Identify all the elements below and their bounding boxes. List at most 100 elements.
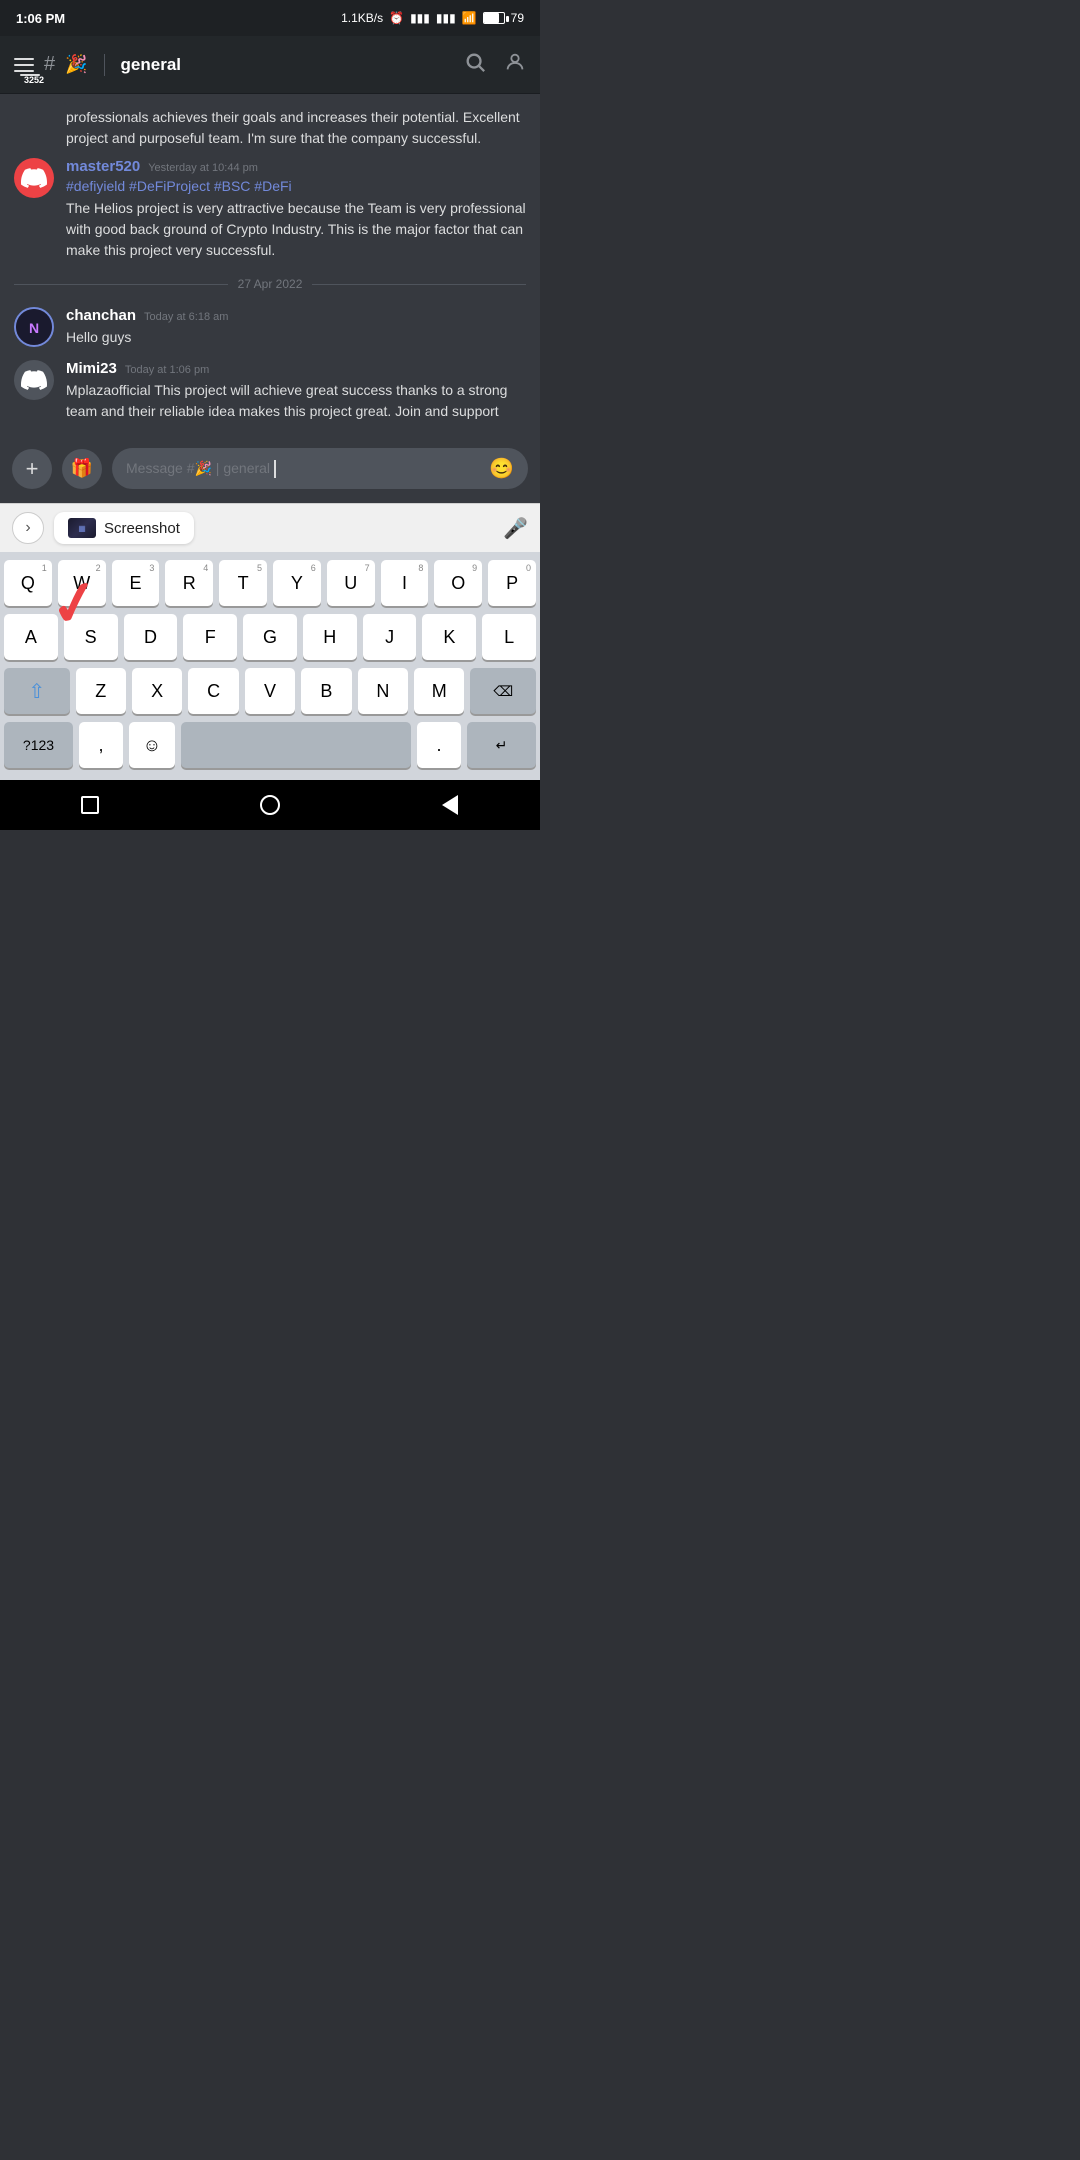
key-g[interactable]: G — [243, 614, 297, 660]
menu-button[interactable]: 3252 — [14, 58, 34, 72]
signal-icon: ▮▮▮ — [410, 11, 430, 25]
key-t[interactable]: 5T — [219, 560, 267, 606]
autocomplete-expand-button[interactable]: › — [12, 512, 44, 544]
signal2-icon: ▮▮▮ — [436, 11, 456, 25]
back-button[interactable] — [435, 790, 465, 820]
status-right: 1.1KB/s ⏰ ▮▮▮ ▮▮▮ 📶 79 — [341, 11, 524, 25]
key-period[interactable]: . — [417, 722, 461, 768]
key-z[interactable]: Z — [76, 668, 126, 714]
keyboard-row-2: A S D F G H J K L — [4, 614, 536, 660]
timestamp-chanchan: Today at 6:18 am — [144, 311, 228, 323]
mic-button[interactable]: 🎤 — [503, 516, 528, 541]
message-content-master520: master520 Yesterday at 10:44 pm #defiyie… — [66, 158, 526, 261]
channel-name: general — [121, 55, 181, 75]
app-header: 3252 # 🎉 general — [0, 36, 540, 94]
message-text-chanchan: Hello guys — [66, 327, 526, 348]
message-continued-1: professionals achieves their goals and i… — [0, 104, 540, 152]
gift-button[interactable]: 🎁 — [62, 449, 102, 489]
keyboard: 1Q 2W 3E 4R 5T 6Y 7U 8I 9O 0P A S D F G … — [0, 552, 540, 780]
key-q[interactable]: 1Q — [4, 560, 52, 606]
status-time: 1:06 PM — [16, 11, 65, 26]
timestamp-mimi23: Today at 1:06 pm — [125, 364, 209, 376]
keyboard-row-4: ?123 , ☺ . ↵ — [4, 722, 536, 768]
message-input-area: + 🎁 Message #🎉 | general 😊 — [0, 438, 540, 503]
alarm-icon: ⏰ — [389, 11, 404, 25]
hash-icon: # — [44, 53, 55, 76]
key-numbers[interactable]: ?123 — [4, 722, 73, 768]
key-h[interactable]: H — [303, 614, 357, 660]
navigation-bar — [0, 780, 540, 830]
key-w[interactable]: 2W — [58, 560, 106, 606]
key-space[interactable] — [181, 722, 411, 768]
message-header-master520: master520 Yesterday at 10:44 pm — [66, 158, 526, 175]
search-button[interactable] — [464, 51, 486, 79]
key-v[interactable]: V — [245, 668, 295, 714]
profile-button[interactable] — [504, 51, 526, 79]
key-p[interactable]: 0P — [488, 560, 536, 606]
key-l[interactable]: L — [482, 614, 536, 660]
key-d[interactable]: D — [124, 614, 178, 660]
screenshot-thumbnail: ▦ — [68, 518, 96, 538]
key-c[interactable]: C — [188, 668, 238, 714]
keyboard-row-1: 1Q 2W 3E 4R 5T 6Y 7U 8I 9O 0P — [4, 560, 536, 606]
key-u[interactable]: 7U — [327, 560, 375, 606]
key-shift[interactable]: ⇧ — [4, 668, 70, 714]
date-divider: 27 Apr 2022 — [0, 267, 540, 301]
username-master520: master520 — [66, 158, 140, 175]
text-cursor — [274, 460, 276, 478]
message-input-field[interactable]: Message #🎉 | general 😊 — [112, 448, 528, 489]
key-i[interactable]: 8I — [381, 560, 429, 606]
channel-emoji: 🎉 — [65, 54, 87, 75]
autocomplete-bar: › ▦ Screenshot 🎤 — [0, 503, 540, 552]
header-right — [464, 51, 526, 79]
back-icon — [442, 795, 458, 815]
notification-badge: 3252 — [20, 74, 40, 76]
avatar-master520 — [14, 158, 54, 198]
timestamp-master520: Yesterday at 10:44 pm — [148, 162, 258, 174]
message-content-chanchan: chanchan Today at 6:18 am Hello guys — [66, 307, 526, 348]
date-divider-text: 27 Apr 2022 — [238, 277, 303, 291]
message-text: professionals achieves their goals and i… — [66, 107, 526, 149]
recent-apps-button[interactable] — [75, 790, 105, 820]
message-header-mimi23: Mimi23 Today at 1:06 pm — [66, 360, 526, 377]
message-text-master520: The Helios project is very attractive be… — [66, 198, 526, 261]
key-o[interactable]: 9O — [434, 560, 482, 606]
message-content-mimi23: Mimi23 Today at 1:06 pm Mplazaofficial T… — [66, 360, 526, 422]
avatar-chanchan: N — [14, 307, 54, 347]
network-speed: 1.1KB/s — [341, 11, 383, 25]
key-a[interactable]: A — [4, 614, 58, 660]
key-emoji[interactable]: ☺ — [129, 722, 175, 768]
key-b[interactable]: B — [301, 668, 351, 714]
key-backspace[interactable]: ⌫ — [470, 668, 536, 714]
home-button[interactable] — [255, 790, 285, 820]
key-e[interactable]: 3E — [112, 560, 160, 606]
divider-line-left — [14, 284, 228, 285]
key-f[interactable]: F — [183, 614, 237, 660]
autocomplete-suggestion[interactable]: ▦ Screenshot — [54, 512, 194, 544]
message-header-chanchan: chanchan Today at 6:18 am — [66, 307, 526, 324]
key-k[interactable]: K — [422, 614, 476, 660]
username-chanchan: chanchan — [66, 307, 136, 324]
message-placeholder: Message #🎉 | general — [126, 460, 483, 478]
key-n[interactable]: N — [358, 668, 408, 714]
key-x[interactable]: X — [132, 668, 182, 714]
message-text-mimi23: Mplazaofficial This project will achieve… — [66, 380, 526, 422]
key-s[interactable]: S — [64, 614, 118, 660]
message-group-master520: master520 Yesterday at 10:44 pm #defiyie… — [0, 152, 540, 267]
key-m[interactable]: M — [414, 668, 464, 714]
svg-text:N: N — [29, 320, 39, 336]
key-comma[interactable]: , — [79, 722, 123, 768]
key-enter[interactable]: ↵ — [467, 722, 536, 768]
plus-icon: + — [26, 456, 39, 482]
wifi-icon: 📶 — [462, 11, 477, 25]
key-j[interactable]: J — [363, 614, 417, 660]
emoji-button[interactable]: 😊 — [489, 456, 514, 481]
battery-icon — [483, 12, 505, 24]
key-y[interactable]: 6Y — [273, 560, 321, 606]
message-group-chanchan: N chanchan Today at 6:18 am Hello guys — [0, 301, 540, 354]
home-icon — [260, 795, 280, 815]
chat-area: professionals achieves their goals and i… — [0, 94, 540, 438]
recent-apps-icon — [81, 796, 99, 814]
add-attachment-button[interactable]: + — [12, 449, 52, 489]
key-r[interactable]: 4R — [165, 560, 213, 606]
